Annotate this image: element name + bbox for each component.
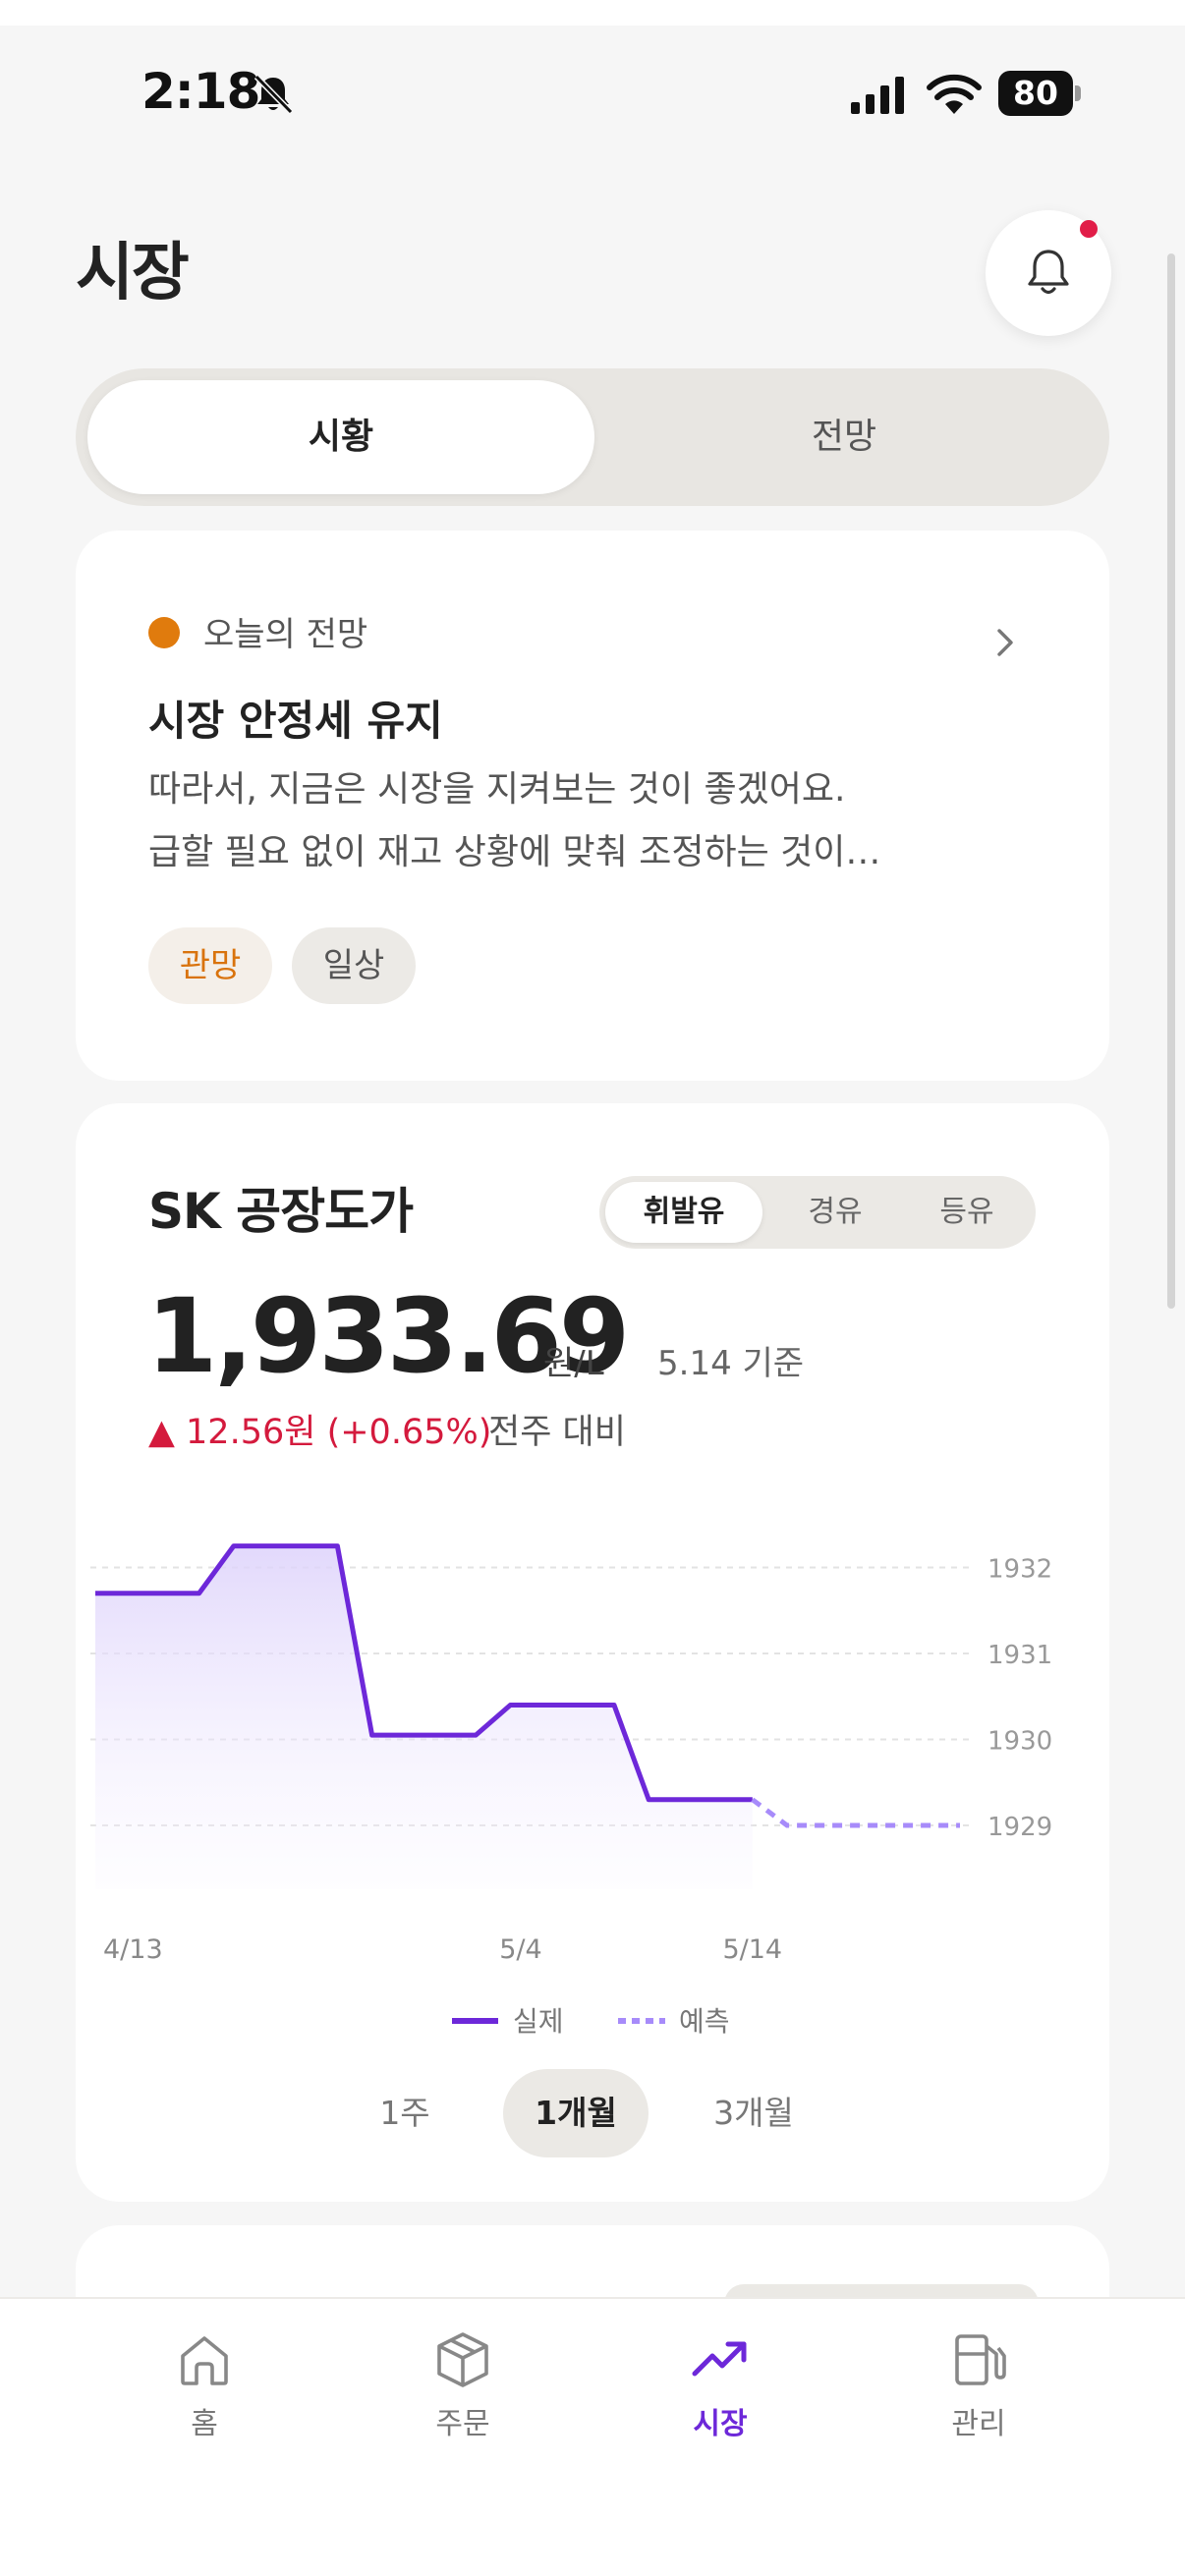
trending-up-icon [692, 2341, 747, 2377]
nav-label-manage: 관리 [951, 2407, 1006, 2441]
price-line-chart: 1932 1931 1930 1929 4/13 5/4 5/14 실제 예측 [90, 1543, 1052, 2038]
nav-label-order: 주문 [435, 2407, 490, 2441]
tab-gasoline[interactable]: 휘발유 [605, 1182, 762, 1243]
price-change: ▲ 12.56원 (+0.65%) [148, 1413, 492, 1452]
nav-item-manage[interactable]: 관리 [905, 2328, 1052, 2476]
nav-item-order[interactable]: 주문 [389, 2328, 536, 2476]
y-tick-label: 1932 [988, 1555, 1052, 1585]
y-tick-label: 1931 [988, 1641, 1052, 1670]
period-tabs: 1주 1개월 3개월 [76, 2069, 1109, 2157]
notification-badge [1080, 220, 1098, 238]
bell-off-icon [254, 74, 294, 115]
tab-market-status[interactable]: 시황 [87, 380, 594, 494]
home-icon [181, 2336, 228, 2385]
y-tick-label: 1929 [988, 1813, 1052, 1842]
price-card-title: SK 공장도가 [148, 1183, 414, 1240]
market-view-tabs: 시황 전망 [76, 368, 1109, 506]
x-tick-label: 5/4 [499, 1934, 541, 1965]
notification-button[interactable] [986, 210, 1111, 336]
cell-signal-icon [851, 77, 904, 114]
battery-cap [1075, 85, 1081, 101]
page-title: 시장 [76, 237, 190, 309]
area-fill-actual [95, 1545, 753, 1889]
tab-period-3months[interactable]: 3개월 [685, 2069, 822, 2157]
nav-label-home: 홈 [191, 2407, 218, 2441]
price-as-of-date: 5.14 기준 [657, 1344, 805, 1383]
outlook-description-line: 따라서, 지금은 시장을 지켜보는 것이 좋겠어요. [148, 769, 846, 810]
status-time: 2:18 [141, 63, 260, 120]
factory-price-card: SK 공장도가 휘발유 경유 등유 1,933.69 원/L 5.14 기준 ▲… [76, 1103, 1109, 2202]
tab-outlook[interactable]: 전망 [591, 380, 1098, 494]
tab-kerosene[interactable]: 등유 [928, 1182, 1006, 1243]
scrollbar[interactable] [1167, 253, 1175, 1309]
nav-item-home[interactable]: 홈 [131, 2328, 278, 2476]
fuel-type-tabs: 휘발유 경유 등유 [599, 1176, 1036, 1249]
price-change-compare: 전주 대비 [488, 1413, 626, 1452]
outlook-description: 따라서, 지금은 시장을 지켜보는 것이 좋겠어요. 급할 필요 없이 재고 상… [148, 758, 1033, 884]
todays-outlook-card[interactable]: 오늘의 전망 시장 안정세 유지 따라서, 지금은 시장을 지켜보는 것이 좋겠… [76, 531, 1109, 1081]
tab-diesel[interactable]: 경유 [796, 1182, 875, 1243]
bell-icon [1028, 250, 1069, 295]
outlook-label: 오늘의 전망 [203, 615, 368, 654]
y-tick-label: 1930 [988, 1727, 1052, 1757]
fuel-pump-icon [955, 2334, 1006, 2385]
series-line-forecast [751, 1797, 960, 1828]
price-unit: 원/L [543, 1344, 604, 1383]
outlook-description-line: 급할 필요 없이 재고 상황에 맞춰 조정하는 것이… [148, 832, 881, 872]
tab-period-1month[interactable]: 1개월 [503, 2069, 649, 2157]
nav-label-market: 시장 [693, 2407, 748, 2441]
outlook-status-dot [148, 617, 180, 648]
tag-chip-watch: 관망 [148, 927, 272, 1004]
battery-indicator: 80 [998, 71, 1081, 116]
tag-chip-daily: 일상 [292, 927, 416, 1004]
x-tick-label: 4/13 [103, 1934, 163, 1965]
status-bar: 2:18 80 [0, 59, 1185, 138]
top-strip [0, 0, 1185, 26]
wifi-icon [927, 74, 982, 114]
outlook-title: 시장 안정세 유지 [148, 697, 443, 745]
battery-level: 80 [998, 71, 1073, 116]
chevron-right-icon [997, 629, 1013, 656]
x-tick-label: 5/14 [722, 1934, 782, 1965]
legend-label-forecast: 예측 [679, 2005, 730, 2038]
tab-period-1week[interactable]: 1주 [351, 2069, 459, 2157]
legend-label-actual: 실제 [513, 2005, 564, 2038]
nav-item-market[interactable]: 시장 [647, 2328, 794, 2476]
bottom-navigation: 홈 주문 시장 관리 [0, 2297, 1185, 2576]
box-icon [437, 2332, 488, 2387]
